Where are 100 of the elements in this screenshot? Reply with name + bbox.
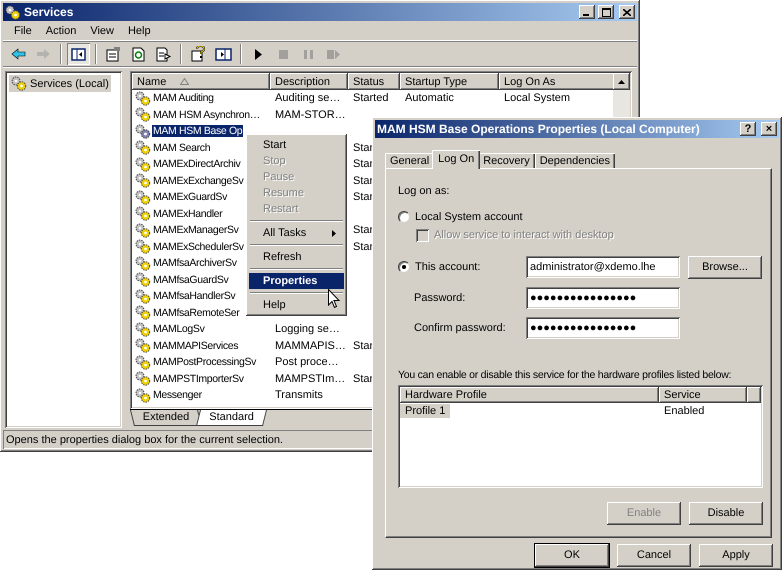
- table-cell-text: Started: [352, 92, 390, 104]
- gears-icon: [135, 124, 151, 139]
- service-name[interactable]: MAMExGuardSv: [152, 191, 228, 204]
- table-cell-text: MAM-STOR…: [274, 108, 347, 121]
- column-title: Status: [353, 76, 384, 88]
- column-header[interactable]: Startup Type: [400, 73, 499, 90]
- service-name[interactable]: MAMExDirectArchiv: [152, 158, 242, 170]
- service-name[interactable]: MAM HSM Asynchron…: [152, 108, 261, 121]
- table-cell-text: Star: [352, 142, 374, 154]
- gears-icon: [135, 190, 151, 205]
- password-field[interactable]: ●●●●●●●●●●●●●●●●: [526, 286, 680, 309]
- tree-item[interactable]: Services (Local): [9, 75, 111, 92]
- column-header[interactable]: Description: [270, 73, 348, 90]
- tree-pane-icon: [70, 46, 87, 62]
- service-name[interactable]: MAMPostProcessingSv: [152, 356, 258, 368]
- column-header[interactable]: Service: [659, 386, 747, 403]
- gears-icon: [135, 256, 151, 271]
- menu-item[interactable]: Help: [249, 297, 344, 313]
- menu-item[interactable]: Refresh: [249, 249, 344, 265]
- table-cell-text: Automatic: [404, 92, 455, 104]
- forward-arrow-icon: [35, 46, 52, 62]
- dialog-title: MAM HSM Base Operations Properties (Local Computer): [377, 122, 701, 136]
- service-name[interactable]: MAMExSchedulerSv: [152, 240, 245, 253]
- menu-item[interactable]: Start: [249, 137, 344, 153]
- service-name[interactable]: MAMfsaHandlerSv: [152, 290, 236, 302]
- gears-icon: [135, 90, 151, 106]
- service-name[interactable]: Messenger: [152, 389, 203, 402]
- help-icon: [190, 46, 207, 62]
- menu-item[interactable]: File: [7, 24, 39, 36]
- gears-icon: [5, 4, 21, 20]
- close-button[interactable]: [619, 5, 635, 19]
- tab[interactable]: Recovery: [478, 152, 535, 168]
- maximize-button[interactable]: [598, 5, 614, 19]
- column-header[interactable]: Name: [132, 73, 270, 90]
- tab[interactable]: General: [385, 152, 434, 168]
- column-title: Name: [137, 76, 166, 88]
- service-name[interactable]: MAMExHandler: [152, 208, 224, 220]
- table-cell-text: Star: [352, 174, 374, 187]
- gears-icon: [135, 156, 151, 172]
- table-cell-text: MAMMAPIS…: [274, 340, 347, 352]
- column-title: Startup Type: [405, 76, 468, 88]
- service-name[interactable]: MAMLogSv: [152, 323, 206, 336]
- browse-button[interactable]: Browse...: [688, 256, 762, 279]
- password-field[interactable]: ●●●●●●●●●●●●●●●●: [526, 316, 680, 339]
- table-cell-text: Star: [352, 191, 374, 204]
- table-cell-text: Enabled: [663, 404, 706, 418]
- table-cell-text: Star: [352, 340, 374, 352]
- gears-icon: [135, 338, 151, 354]
- radio-button[interactable]: [398, 261, 410, 274]
- table-cell-text: MAMPSTIm…: [274, 372, 346, 385]
- gears-icon: [135, 239, 151, 254]
- table-cell-text: Logging se…: [274, 323, 341, 336]
- service-name[interactable]: MAMExExchangeSv: [152, 174, 244, 187]
- radio-label: This account:: [415, 261, 480, 274]
- menu-item[interactable]: Help: [120, 24, 158, 36]
- gears-icon: [135, 354, 151, 370]
- tab[interactable]: Log On: [432, 150, 480, 169]
- column-header[interactable]: Status: [348, 73, 400, 90]
- table-cell-text: Star: [352, 372, 374, 385]
- close-button[interactable]: ×: [761, 122, 777, 136]
- view-tab[interactable]: Standard: [196, 410, 268, 426]
- menu-item[interactable]: Action: [38, 24, 84, 36]
- field-label: Confirm password:: [413, 322, 507, 334]
- dialog-button[interactable]: Apply: [699, 544, 773, 567]
- gears-icon: [135, 388, 151, 403]
- menu-item[interactable]: View: [83, 24, 121, 36]
- account-field[interactable]: administrator@xdemo.lhe: [526, 256, 680, 278]
- gears-icon: [135, 305, 151, 320]
- gears-icon: [135, 272, 151, 288]
- service-name[interactable]: MAMMAPIServices: [152, 340, 240, 352]
- scroll-up-icon: [618, 80, 625, 84]
- service-name[interactable]: MAMExManagerSv: [152, 224, 240, 236]
- toolbar-button[interactable]: [67, 43, 90, 65]
- service-name[interactable]: MAM Search: [152, 142, 212, 154]
- properties-icon: [105, 46, 122, 62]
- mouse-pointer-icon: [328, 289, 341, 309]
- minimize-button[interactable]: [579, 5, 595, 19]
- service-name[interactable]: MAMPSTImporterSv: [152, 372, 245, 385]
- table-cell-text: Transmits: [274, 389, 324, 402]
- dialog-button[interactable]: OK: [535, 544, 609, 567]
- back-arrow-icon: [10, 46, 27, 62]
- radio-button[interactable]: [398, 210, 410, 223]
- column-header[interactable]: Log On As: [499, 73, 613, 90]
- profile-button[interactable]: Disable: [689, 502, 763, 525]
- service-name[interactable]: MAMfsaRemoteSer: [152, 306, 240, 319]
- menu-item[interactable]: Properties: [249, 273, 344, 289]
- gears-icon: [135, 206, 151, 222]
- table-cell[interactable]: Profile 1: [400, 404, 450, 418]
- service-name[interactable]: MAM HSM Base Op: [152, 125, 244, 138]
- gears-icon: [135, 222, 151, 238]
- service-name[interactable]: MAMfsaArchiverSv: [152, 257, 238, 270]
- gears-icon: [135, 288, 151, 304]
- menu-item[interactable]: All Tasks: [249, 225, 344, 241]
- column-header[interactable]: Hardware Profile: [400, 386, 659, 403]
- service-name[interactable]: MAMfsaGuardSv: [152, 274, 230, 286]
- sort-arrow-icon: [180, 78, 190, 85]
- dialog-button[interactable]: Cancel: [617, 544, 691, 567]
- tab[interactable]: Dependencies: [534, 152, 616, 168]
- help-button[interactable]: ?: [740, 122, 756, 136]
- service-name[interactable]: MAM Auditing: [152, 92, 215, 104]
